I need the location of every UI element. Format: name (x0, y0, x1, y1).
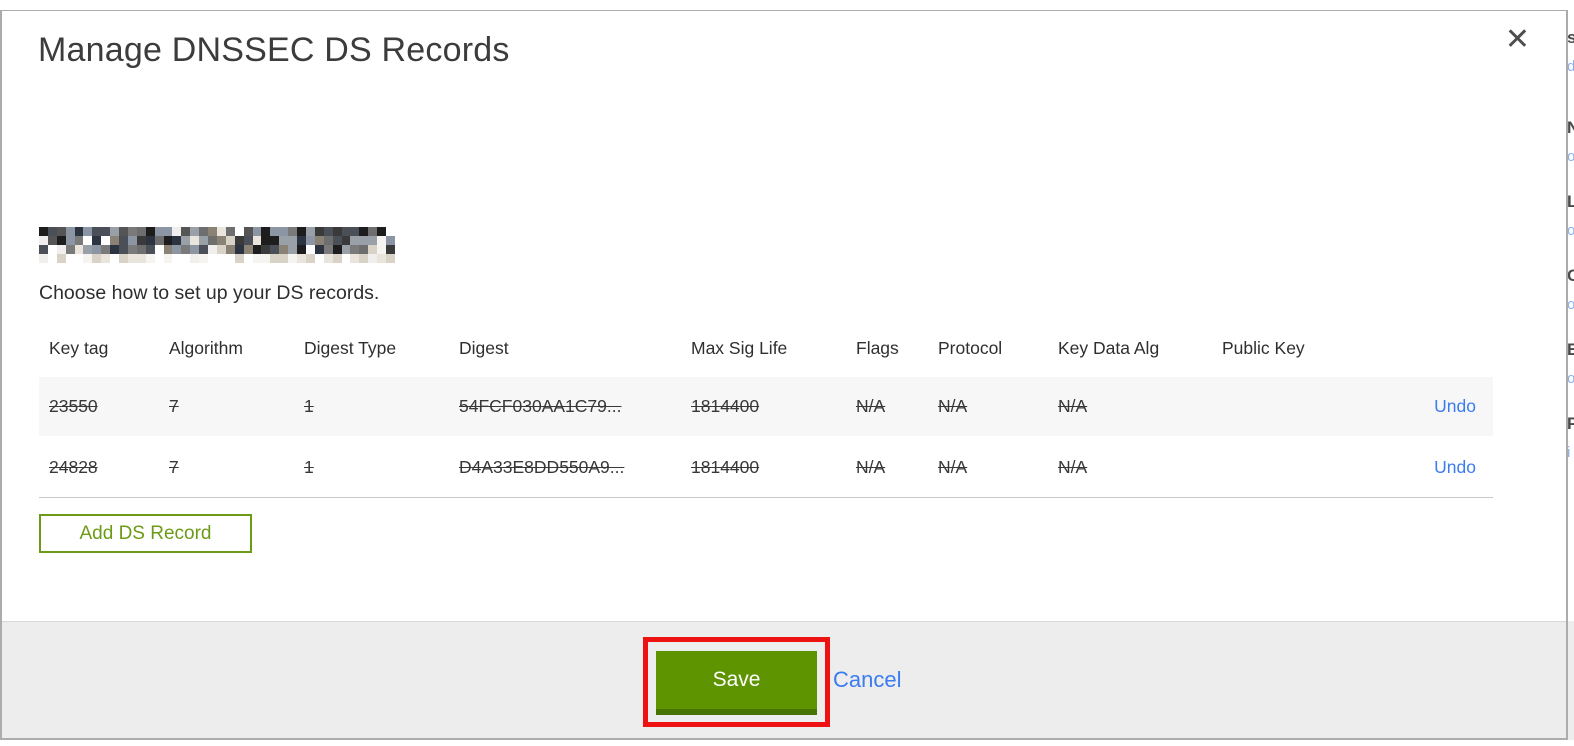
col-header-public-key: Public Key (1222, 337, 1305, 358)
col-header-protocol: Protocol (938, 337, 1003, 358)
cell-protocol: N/A (928, 377, 1048, 438)
cell-key-tag: 23550 (39, 377, 159, 438)
annotation-highlight-box: Save (643, 637, 830, 727)
background-text-fragment: o (1568, 296, 1574, 313)
cell-actions: Undo (1392, 437, 1493, 498)
background-text-fragment: o (1568, 148, 1574, 165)
cell-public-key (1212, 377, 1392, 438)
cell-digest-type: 1 (294, 377, 449, 438)
cell-max-sig-life: 1814400 (681, 377, 846, 438)
col-header-key-tag: Key tag (49, 337, 109, 358)
cell-public-key (1212, 437, 1392, 498)
background-page-footer-sliver (1568, 621, 1574, 740)
ds-records-table: Key tag Algorithm Digest Type Digest Max… (39, 319, 1493, 498)
undo-link[interactable]: Undo (1434, 396, 1476, 416)
col-header-actions (1392, 319, 1493, 377)
undo-link[interactable]: Undo (1434, 457, 1476, 477)
background-text-fragment: o (1568, 222, 1574, 239)
add-ds-record-button[interactable]: Add DS Record (39, 514, 252, 553)
cell-digest: 54FCF030AA1C79... (449, 377, 681, 438)
cell-digest: D4A33E8DD550A9... (449, 437, 681, 498)
background-text-fragment: P (1568, 414, 1574, 433)
cell-algorithm: 7 (159, 377, 294, 438)
cell-flags: N/A (846, 377, 928, 438)
cell-flags: N/A (846, 437, 928, 498)
page-background: Manage DNSSEC DS Records ✕ Choose how to… (0, 0, 1574, 746)
col-header-key-data-alg: Key Data Alg (1058, 337, 1160, 358)
table-header-row: Key tag Algorithm Digest Type Digest Max… (39, 319, 1493, 377)
cell-algorithm: 7 (159, 437, 294, 498)
background-text-fragment: s (1568, 28, 1574, 47)
cell-key-tag: 24828 (39, 437, 159, 498)
col-header-algorithm: Algorithm (169, 337, 243, 358)
instruction-text: Choose how to set up your DS records. (39, 282, 380, 304)
col-header-max-sig-life: Max Sig Life (691, 337, 788, 358)
close-icon[interactable]: ✕ (1505, 25, 1530, 55)
col-header-digest-type: Digest Type (304, 337, 397, 358)
cell-max-sig-life: 1814400 (681, 437, 846, 498)
table-row: 23550 7 1 54FCF030AA1C79... 1814400 N/A … (39, 377, 1493, 438)
modal-footer: Save Cancel (2, 621, 1566, 738)
background-text-fragment: C (1568, 266, 1574, 286)
col-header-digest: Digest (459, 337, 509, 358)
background-text-fragment: N (1568, 118, 1574, 138)
background-text-fragment: L (1568, 192, 1574, 211)
background-text-fragment: i (1568, 444, 1571, 461)
modal-title: Manage DNSSEC DS Records (38, 31, 510, 69)
col-header-flags: Flags (856, 337, 899, 358)
manage-dnssec-modal: Manage DNSSEC DS Records ✕ Choose how to… (0, 10, 1568, 740)
background-text-fragment: o (1568, 370, 1574, 387)
cancel-link[interactable]: Cancel (833, 667, 901, 693)
background-page-sliver: sdNoLoCoEoPi (1568, 0, 1574, 746)
cell-key-data-alg: N/A (1048, 377, 1212, 438)
cell-actions: Undo (1392, 377, 1493, 438)
cell-digest-type: 1 (294, 437, 449, 498)
cell-protocol: N/A (928, 437, 1048, 498)
save-button[interactable]: Save (656, 651, 817, 715)
background-text-fragment: E (1568, 340, 1574, 359)
cell-key-data-alg: N/A (1048, 437, 1212, 498)
background-text-fragment: d (1568, 58, 1574, 75)
redacted-domain-name (39, 227, 395, 263)
table-row: 24828 7 1 D4A33E8DD550A9... 1814400 N/A … (39, 437, 1493, 498)
